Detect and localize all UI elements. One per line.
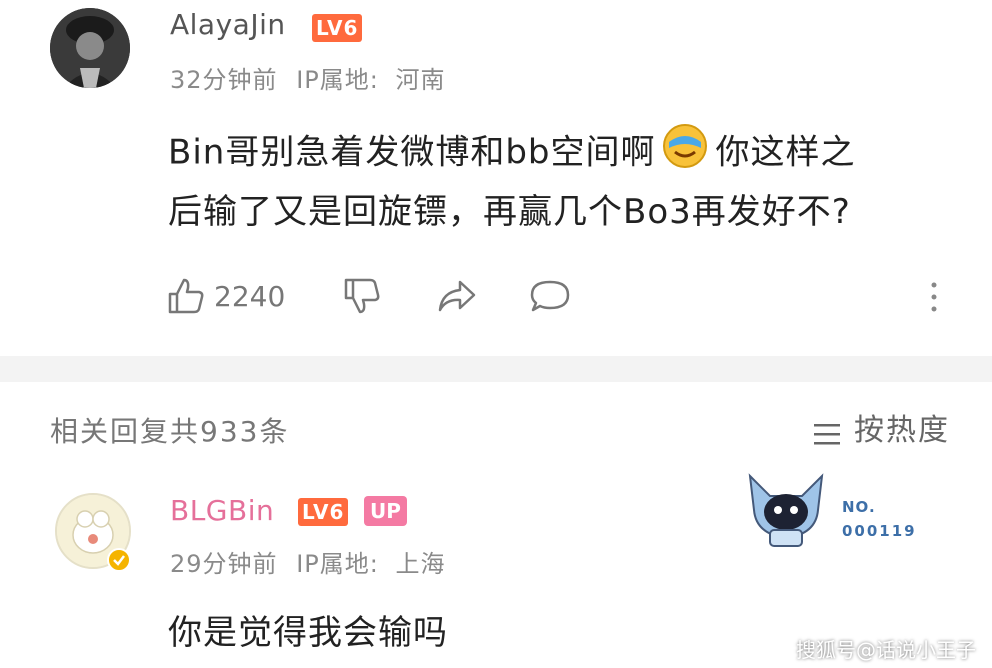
verified-badge-icon [107, 548, 131, 576]
comment-meta: 32分钟前 IP属地: 河南 [170, 60, 445, 95]
thumbs-down-icon [344, 278, 380, 314]
reply-username[interactable]: BLGBin [170, 494, 274, 527]
sort-button[interactable]: 按热度 [812, 405, 950, 451]
reply-meta: 29分钟前 IP属地: 上海 [170, 544, 445, 579]
comment-text-line-2: 后输了又是回旋镖，再赢几个Bo3再发好不? [168, 192, 851, 232]
more-vertical-icon [931, 282, 937, 312]
share-button[interactable] [436, 278, 478, 318]
thumbs-up-icon [168, 278, 204, 314]
level-badge: LV6 [312, 14, 363, 42]
ip-label: IP属地: [296, 66, 379, 94]
like-button[interactable] [166, 276, 206, 320]
ip-location: 河南 [395, 66, 446, 94]
dislike-button[interactable] [342, 276, 382, 320]
share-icon [438, 280, 476, 312]
avatar-image-icon [50, 8, 130, 88]
section-divider [0, 356, 992, 382]
ip-location: 上海 [395, 550, 446, 578]
ip-label: IP属地: [296, 550, 379, 578]
crying-emoji-icon [661, 122, 709, 186]
comment-text-part: 你这样之 [715, 132, 856, 173]
sort-label: 按热度 [854, 413, 950, 448]
like-count: 2240 [214, 280, 286, 313]
cat-mascot-icon [748, 473, 824, 547]
menu-lines-icon [812, 421, 842, 451]
more-options-button[interactable] [928, 280, 940, 318]
avatar[interactable] [50, 8, 130, 88]
fan-no-label: NO. [842, 498, 876, 516]
comment-time: 32分钟前 [170, 66, 278, 94]
up-badge: UP [364, 496, 407, 526]
comment-text-part: Bin哥别急着发微博和bb空间啊 [168, 132, 656, 173]
comment-bubble-icon [530, 280, 570, 312]
comment-username[interactable]: AlayaJin [170, 8, 286, 41]
reply-time: 29分钟前 [170, 550, 278, 578]
fan-decoration: NO. 000119 [740, 470, 920, 550]
fan-number: 000119 [842, 522, 917, 540]
reply-text: 你是觉得我会输吗 [168, 613, 448, 653]
watermark: 搜狐号@话说小王子 [796, 638, 976, 662]
comment-text-line-1: Bin哥别急着发微博和bb空间啊 你这样之 [168, 122, 855, 186]
level-badge: LV6 [298, 498, 349, 526]
replies-count: 相关回复共933条 [50, 415, 290, 448]
reply-button[interactable] [528, 278, 572, 318]
